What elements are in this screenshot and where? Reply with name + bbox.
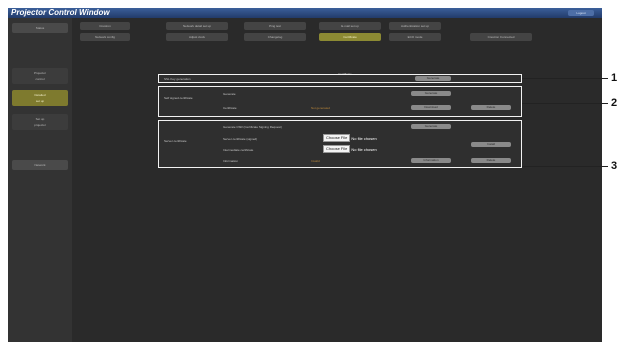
self-signed-certificate-panel: Self signed certificate Generate Certifi… [158,86,522,117]
install-certificate-button[interactable]: Install [471,142,511,147]
intermediate-certificate-label: Intermediate certificate [223,148,254,152]
callout-3-number: 3 [611,160,618,172]
tab-bar: Crestron Network detail set up Ping test… [72,18,602,70]
logout-button[interactable]: Logout [568,10,594,16]
sidebar-item-projector-control[interactable]: Projector control [12,68,68,84]
tab-adjust-clock[interactable]: Adjust clock [166,33,228,41]
sidebar-item-network[interactable]: Network [12,160,68,170]
server-certificate-file-input[interactable]: Choose File No file chosen [323,134,377,142]
sidebar-item-status[interactable]: Status [12,23,68,33]
tab-network-detail[interactable]: Network detail set up [166,22,228,30]
self-signed-generate-label: Generate [223,92,236,96]
ssl-key-label: SSL Key generation [164,77,191,81]
window-title: Projector Control Window [11,8,110,17]
callout-2-line [522,103,608,104]
server-certificate-section-label: Server certificate [164,139,187,143]
self-signed-section-label: Self signed certificate [164,96,193,100]
intermediate-certificate-file-input[interactable]: Choose File No file chosen [323,145,377,153]
tab-ping-test[interactable]: Ping test [244,22,306,30]
sidebar: Status Projector control Detailed set up… [8,18,72,342]
server-certificate-delete-button[interactable]: Delete [471,158,511,163]
sidebar-item-set-up-projector[interactable]: Set up projector [12,114,68,130]
server-certificate-panel: Server certificate Generate CSR (Certifi… [158,120,522,168]
sidebar-item-label: control [35,77,45,81]
tab-email-set-up[interactable]: E-mail set up [319,22,381,30]
self-signed-download-button[interactable]: Download [411,105,451,110]
tab-crestron[interactable]: Crestron [80,22,130,30]
sidebar-item-label: Set up [35,117,45,121]
self-signed-certificate-label: Certificate [223,106,237,110]
tab-certificate[interactable]: Certificate [319,33,381,41]
ssl-key-generation-panel: SSL Key generation Generate [158,74,522,83]
projector-control-window: Projector Control Window Logout Status P… [8,8,602,342]
intermediate-certificate-choose-file-button[interactable]: Choose File [323,145,351,153]
tab-changelog[interactable]: Changelog [244,33,306,41]
sidebar-item-label: Detailed [34,93,46,97]
sidebar-item-label: projector [34,123,46,127]
server-certificate-choose-file-button[interactable]: Choose File [323,134,351,142]
server-certificate-status: Invalid [311,159,320,163]
information-label: Information [223,159,239,163]
sidebar-item-label: Projector [33,71,46,75]
ssl-key-generate-button[interactable]: Generate [415,76,451,81]
server-certificate-information-button[interactable]: Information [411,158,451,163]
sidebar-item-label: Network [34,163,46,167]
csr-generate-button[interactable]: Generate [411,124,451,129]
tab-eco-mode[interactable]: ECO mode [389,33,441,41]
server-certificate-no-file-text: No file chosen [351,135,377,141]
tab-authentication[interactable]: Authentication set up [389,22,441,30]
callout-1-line [522,78,608,79]
self-signed-delete-button[interactable]: Delete [471,105,511,110]
callout-2-number: 2 [611,97,618,109]
csr-label: Generate CSR (Certificate Signing Reques… [223,125,282,129]
callout-1-number: 1 [611,72,618,84]
intermediate-certificate-no-file-text: No file chosen [351,146,377,152]
self-signed-generate-button[interactable]: Generate [411,91,451,96]
tab-network-config[interactable]: Network config [80,33,130,41]
tab-crestron-connected[interactable]: Crestron Connected [470,33,532,41]
callout-3-line [522,166,608,167]
server-certificate-label: Server certificate (signed) [223,137,258,141]
sidebar-item-label: set up [35,99,45,103]
self-signed-status: Not generated [311,106,331,110]
title-bar: Projector Control Window Logout [8,8,602,18]
sidebar-item-label: Status [35,26,45,30]
sidebar-item-detailed-set-up[interactable]: Detailed set up [12,90,68,106]
